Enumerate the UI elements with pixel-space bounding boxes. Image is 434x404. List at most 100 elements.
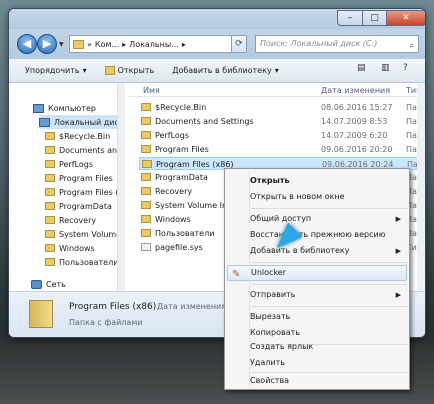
menu-separator [251,208,407,209]
table-row[interactable]: Program Files 09.06.2016 20:20 Папк [129,143,425,156]
menu-separator [251,306,407,307]
details-name: Program Files (x86) [69,302,157,312]
sidebar-item-documents[interactable]: Documents and [45,143,117,157]
folder-icon [141,201,151,209]
search-icon: ⌕ [409,41,414,50]
menu-item-add-to-library[interactable]: Добавить в библиотеку ▶ [227,243,407,259]
sidebar-item-system-volume[interactable]: System Volume [45,227,117,241]
folder-large-icon [29,300,53,328]
maximize-button[interactable]: □ [362,10,387,26]
table-row[interactable]: PerfLogs 14.07.2009 6:20 Папк [129,129,425,142]
sidebar-item-network[interactable]: Сеть [31,277,117,291]
folder-icon [45,230,55,238]
folder-icon [45,202,55,210]
folder-icon [73,39,84,49]
folder-icon [141,229,151,237]
sidebar-item-windows[interactable]: Windows [45,241,117,255]
sidebar-scrollbar[interactable] [117,83,125,291]
refresh-button[interactable]: ⟳ [231,35,247,53]
sidebar-item-computer[interactable]: Компьютер [33,101,117,115]
sidebar-item-label: Пользователи [59,257,117,267]
sidebar-item-perflogs[interactable]: PerfLogs [45,157,117,171]
submenu-arrow-icon: ▶ [395,215,401,223]
folder-icon [141,117,151,125]
menu-item-label: Общий доступ [250,214,312,223]
folder-icon [45,244,55,252]
menu-item-create-shortcut[interactable]: Создать ярлык [227,339,407,355]
computer-icon [33,103,44,113]
menu-item-label: Unlocker [251,268,286,277]
sidebar-item-recycle-bin[interactable]: $Recycle.Bin [45,129,117,143]
sidebar-item-programdata[interactable]: ProgramData [45,199,117,213]
menu-item-cut[interactable]: Вырезать [227,309,407,325]
folder-icon [45,160,55,168]
arrow-right-icon: ▶ [42,37,52,50]
forward-button[interactable]: ▶ [37,34,57,54]
folder-icon [141,145,151,153]
folder-icon [45,188,55,196]
minimize-button[interactable]: – [337,10,363,26]
file-icon [141,243,151,251]
menu-item-open-new-window[interactable]: Открыть в новом окне [227,189,407,205]
submenu-arrow-icon: ▶ [395,247,401,255]
menu-item-unlocker[interactable]: ✎ Unlocker [227,265,407,281]
file-list-scrollbar[interactable] [417,83,425,291]
breadcrumb-computer[interactable]: Ком... [95,40,119,49]
navigation-bar: ◀ ▶ ▼ » Ком... ▸ Локальны... ▸ ⟳ Поиск: … [9,29,425,59]
sidebar-item-recovery[interactable]: Recovery [45,213,117,227]
command-bar: Упорядочить ▾ Открыть Добавить в библиот… [9,59,425,83]
folder-icon [45,146,55,154]
open-button[interactable]: Открыть [104,66,154,75]
menu-item-restore-version[interactable]: Восстановить прежнюю версию [227,227,407,243]
sidebar-item-label: PerfLogs [59,159,94,169]
sidebar-item-label: System Volume [59,229,117,239]
chevron-right-icon[interactable]: ▸ [182,40,186,49]
close-button[interactable]: ✕ [386,10,425,26]
breadcrumb-drive[interactable]: Локальны... [129,40,179,49]
sidebar-item-label: Recovery [59,215,97,225]
sidebar-item-local-disk[interactable]: Локальный диск [39,115,117,129]
folder-icon [142,160,152,168]
menu-item-label: Добавить в библиотеку [250,246,350,255]
folder-icon [141,103,151,111]
folder-icon [141,215,151,223]
folder-icon [45,132,55,140]
sidebar-item-program-files[interactable]: Program Files [45,171,117,185]
menu-item-properties[interactable]: Свойства [227,373,407,389]
chevron-right-icon[interactable]: ▸ [122,40,126,49]
menu-item-label: Отправить [250,290,296,299]
menu-item-delete[interactable]: Удалить [227,355,407,371]
sidebar-item-label: Program Files [59,173,113,183]
view-options-icon[interactable]: ▤ [357,63,366,73]
menu-separator [251,262,407,263]
add-to-library-button[interactable]: Добавить в библиотеку ▾ [172,66,279,75]
sidebar-item-label: Локальный диск [54,117,117,127]
history-dropdown-icon[interactable]: ▼ [59,41,64,48]
address-bar[interactable]: » Ком... ▸ Локальны... ▸ [69,35,247,53]
navigation-pane[interactable]: Компьютер Локальный диск $Recycle.Bin Do… [9,83,125,291]
unlocker-icon: ✎ [232,269,241,280]
details-type: Папка с файлами [69,318,143,327]
organize-button[interactable]: Упорядочить ▾ [25,66,87,75]
column-headers: Имя Дата изменения Тип [129,83,425,97]
chevron-right-icon: » [87,39,92,49]
table-row[interactable]: Documents and Settings 14.07.2009 8:53 Пап… [129,115,425,128]
back-button[interactable]: ◀ [17,34,37,54]
search-input[interactable]: Поиск: Локальный диск (C:) ⌕ [255,35,419,53]
column-name[interactable]: Имя [143,86,160,95]
menu-item-open[interactable]: Открыть [227,173,407,189]
column-date[interactable]: Дата изменения [321,86,390,95]
sidebar-item-program-files-x86[interactable]: Program Files ( [45,185,117,199]
menu-item-share[interactable]: Общий доступ ▶ [227,211,407,227]
chevron-down-icon: ▾ [82,66,87,75]
help-icon[interactable]: ? [403,63,408,73]
sidebar-item-label: ProgramData [59,201,112,211]
folder-icon [141,187,151,195]
preview-pane-icon[interactable]: ▥ [381,63,390,73]
table-row[interactable]: $Recycle.Bin 08.06.2016 15:27 Папк [129,101,425,114]
chevron-down-icon: ▾ [274,66,279,75]
sidebar-item-users[interactable]: Пользователи [45,255,117,269]
menu-item-send-to[interactable]: Отправить ▶ [227,287,407,303]
folder-icon [45,258,55,266]
context-menu: Открыть Открыть в новом окне Общий досту… [224,168,410,390]
